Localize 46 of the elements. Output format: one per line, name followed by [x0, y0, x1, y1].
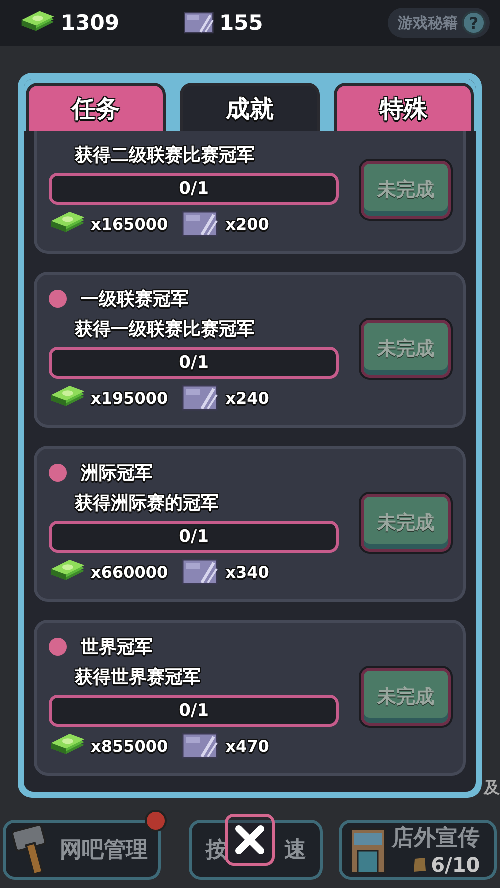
status-dot	[49, 638, 67, 656]
ticket-reward: x200	[226, 214, 270, 234]
cash-reward: x195000	[91, 388, 168, 408]
achievement-description: 获得二级联赛比赛冠军	[75, 144, 256, 167]
progress-bar: 0/1	[49, 695, 339, 727]
ticket-reward: x470	[226, 736, 270, 756]
ticket-icon	[182, 559, 218, 585]
manage-button[interactable]: 网吧管理	[3, 820, 161, 880]
status-button[interactable]: 未完成	[361, 668, 451, 726]
flyer-icon	[413, 857, 428, 873]
ticket-icon	[182, 733, 218, 759]
progress-bar: 0/1	[49, 521, 339, 553]
status-button[interactable]: 未完成	[361, 494, 451, 552]
achievement-description: 获得世界赛冠军	[75, 666, 202, 689]
ticket-count: 155	[219, 11, 264, 35]
achievement-title: 一级联赛冠军	[81, 288, 189, 311]
status-button[interactable]: 未完成	[361, 161, 451, 219]
cash-reward: x660000	[91, 562, 168, 582]
tab[interactable]: 成就	[180, 83, 320, 131]
status-dot	[49, 290, 67, 308]
cash-reward: x855000	[91, 736, 168, 756]
status-dot	[49, 464, 67, 482]
promo-count: 6/10	[431, 853, 480, 877]
achievement-title: 世界冠军	[81, 636, 153, 659]
ticket-icon	[182, 211, 218, 237]
edge-text: 及	[484, 778, 500, 799]
close-icon	[233, 823, 267, 857]
achievement-description: 获得洲际赛的冠军	[75, 492, 220, 515]
help-icon: ?	[462, 11, 486, 35]
shop-icon	[348, 825, 388, 875]
progress-bar: 0/1	[49, 173, 339, 205]
close-button[interactable]	[225, 814, 275, 866]
tips-button[interactable]: 游戏秘籍 ?	[388, 8, 490, 38]
tab[interactable]: 特殊	[334, 83, 474, 131]
status-button[interactable]: 未完成	[361, 320, 451, 378]
ticket-icon	[182, 385, 218, 411]
ticket-reward: x340	[226, 562, 270, 582]
progress-bar: 0/1	[49, 347, 339, 379]
tab[interactable]: 任务	[26, 83, 166, 131]
cash-count: 1309	[61, 11, 120, 35]
achievement-title: 洲际冠军	[81, 462, 153, 485]
cash-reward: x165000	[91, 214, 168, 234]
ticket-reward: x240	[226, 388, 270, 408]
promote-button[interactable]: 店外宣传 6/10	[339, 820, 497, 880]
achievement-description: 获得一级联赛比赛冠军	[75, 318, 256, 341]
ticket-icon	[184, 12, 214, 34]
